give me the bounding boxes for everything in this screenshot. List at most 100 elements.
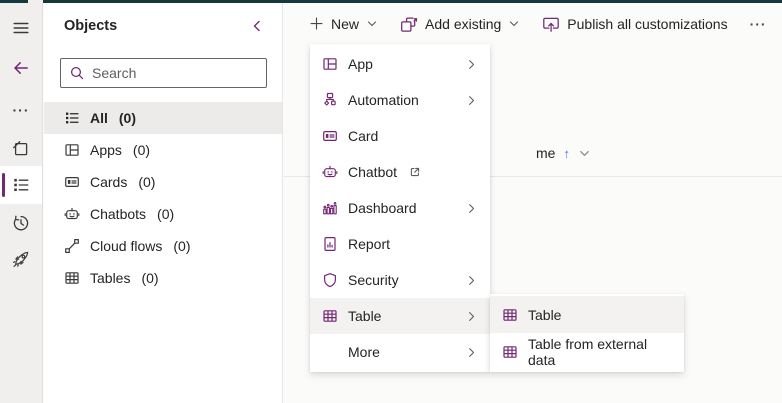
menu-item-more[interactable]: More bbox=[310, 334, 490, 370]
search-icon bbox=[70, 66, 84, 80]
list-item-cards[interactable]: Cards (0) bbox=[44, 166, 282, 198]
table-submenu: Table Table from external data bbox=[490, 294, 684, 372]
list-item-count: (0) bbox=[157, 206, 175, 222]
list-item-chatbots[interactable]: Chatbots (0) bbox=[44, 198, 282, 230]
chatbot-icon bbox=[322, 165, 338, 178]
publish-all-button[interactable]: Publish all customizations bbox=[531, 9, 738, 39]
list-item-count: (0) bbox=[173, 238, 191, 254]
grid-column-header[interactable]: me ↑ bbox=[536, 139, 591, 167]
list-item-label: Cards bbox=[90, 174, 128, 190]
list-item-label: All bbox=[90, 110, 108, 126]
column-header-text-fragment: me bbox=[536, 145, 556, 161]
sort-ascending-icon: ↑ bbox=[563, 145, 570, 161]
hamburger-menu-icon[interactable] bbox=[0, 12, 42, 44]
chevron-right-icon bbox=[469, 275, 475, 285]
pages-icon[interactable] bbox=[0, 133, 42, 165]
tables-icon bbox=[65, 272, 79, 284]
list-item-label: Chatbots bbox=[90, 206, 147, 222]
submenu-item-label: Table from external data bbox=[528, 335, 648, 368]
chevron-right-icon bbox=[469, 347, 475, 357]
window-top-strip bbox=[0, 0, 782, 3]
chevron-right-icon bbox=[469, 311, 475, 321]
menu-item-label: Report bbox=[348, 236, 391, 252]
app-rail: ··· bbox=[0, 3, 43, 403]
menu-item-chatbot[interactable]: Chatbot bbox=[310, 154, 490, 190]
search-input[interactable] bbox=[92, 65, 273, 81]
plus-icon bbox=[310, 17, 323, 30]
menu-item-label: Automation bbox=[348, 92, 419, 108]
list-item-apps[interactable]: Apps (0) bbox=[44, 134, 282, 166]
add-existing-label: Add existing bbox=[425, 16, 502, 32]
menu-item-label: App bbox=[348, 56, 373, 72]
submenu-item-table[interactable]: Table bbox=[490, 296, 684, 333]
list-item-count: (0) bbox=[118, 110, 137, 126]
list-item-label: Apps bbox=[90, 142, 122, 158]
menu-item-dashboard[interactable]: Dashboard bbox=[310, 190, 490, 226]
menu-item-label: More bbox=[348, 344, 380, 360]
objects-panel: Objects All(0) Apps(0) Cards(0) bbox=[44, 3, 283, 403]
menu-item-card[interactable]: Card bbox=[310, 118, 490, 154]
command-bar: New Add existing Publish all customizati… bbox=[284, 3, 782, 44]
menu-item-table[interactable]: Table bbox=[310, 298, 490, 334]
new-button[interactable]: New bbox=[298, 9, 389, 39]
card-icon bbox=[323, 130, 337, 142]
cards-icon bbox=[65, 176, 79, 188]
menu-item-label: Table bbox=[348, 308, 382, 324]
detailed-list-icon bbox=[66, 112, 79, 124]
dashboard-icon bbox=[323, 202, 337, 215]
menu-item-security[interactable]: Security bbox=[310, 262, 490, 298]
new-button-label: New bbox=[331, 16, 360, 32]
publish-icon bbox=[543, 17, 560, 32]
list-item-label: Tables bbox=[90, 270, 131, 286]
rocket-icon[interactable] bbox=[0, 243, 42, 275]
cloud-flows-icon bbox=[65, 239, 79, 254]
list-item-count: (0) bbox=[132, 142, 151, 158]
apps-icon bbox=[65, 144, 79, 156]
list-item-tables[interactable]: Tables (0) bbox=[44, 262, 282, 294]
app-icon bbox=[323, 58, 337, 70]
list-item-count: (0) bbox=[141, 270, 159, 286]
rail-item-objects[interactable] bbox=[0, 166, 42, 204]
chevron-right-icon bbox=[469, 95, 475, 105]
back-arrow-icon[interactable] bbox=[0, 52, 42, 84]
menu-item-report[interactable]: Report bbox=[310, 226, 490, 262]
objects-list: All (0) Apps (0) Cards (0) Chatbots (0) Clou… bbox=[44, 102, 282, 294]
collapse-panel-icon[interactable] bbox=[246, 15, 268, 37]
panel-title: Objects bbox=[64, 18, 118, 34]
top-strip-notch bbox=[28, 0, 43, 3]
search-box bbox=[60, 58, 273, 88]
table-icon bbox=[323, 310, 337, 322]
new-dropdown-menu: App Automation Card Chatbot Dashboard Re… bbox=[310, 44, 490, 372]
powerapps-solution-explorer: ··· Objects All (0) bbox=[0, 0, 782, 403]
publish-all-label: Publish all customizations bbox=[567, 16, 728, 32]
history-icon[interactable] bbox=[0, 207, 42, 239]
overflow-button[interactable]: ··· bbox=[739, 9, 778, 39]
menu-item-label: Chatbot bbox=[348, 164, 398, 180]
table-icon bbox=[503, 308, 517, 321]
menu-item-app[interactable]: App bbox=[310, 46, 490, 82]
chevron-down-icon[interactable] bbox=[578, 147, 591, 160]
chevron-down-icon bbox=[367, 20, 377, 26]
chevron-down-icon bbox=[510, 20, 519, 26]
list-item-cloud-flows[interactable]: Cloud flows (0) bbox=[44, 230, 282, 262]
list-item-count: (0) bbox=[138, 174, 156, 190]
submenu-item-table-from-external-data[interactable]: Table from external data bbox=[490, 333, 684, 370]
table-icon bbox=[503, 345, 517, 358]
chevron-right-icon bbox=[469, 59, 475, 69]
more-dots-icon[interactable]: ··· bbox=[0, 94, 42, 126]
chevron-right-icon bbox=[469, 203, 475, 213]
add-existing-button[interactable]: Add existing bbox=[389, 9, 531, 39]
add-existing-icon bbox=[401, 16, 418, 32]
menu-item-label: Dashboard bbox=[348, 200, 417, 216]
list-item-label: Cloud flows bbox=[90, 238, 163, 254]
menu-item-automation[interactable]: Automation bbox=[310, 82, 490, 118]
submenu-item-label: Table bbox=[528, 306, 562, 323]
list-item-all[interactable]: All (0) bbox=[44, 102, 282, 134]
external-link-icon bbox=[410, 167, 420, 177]
menu-item-label: Card bbox=[348, 128, 379, 144]
automation-icon bbox=[324, 92, 336, 106]
shield-icon bbox=[324, 273, 336, 288]
menu-item-label: Security bbox=[348, 272, 399, 288]
chatbots-icon bbox=[64, 207, 80, 220]
report-icon bbox=[324, 237, 336, 252]
